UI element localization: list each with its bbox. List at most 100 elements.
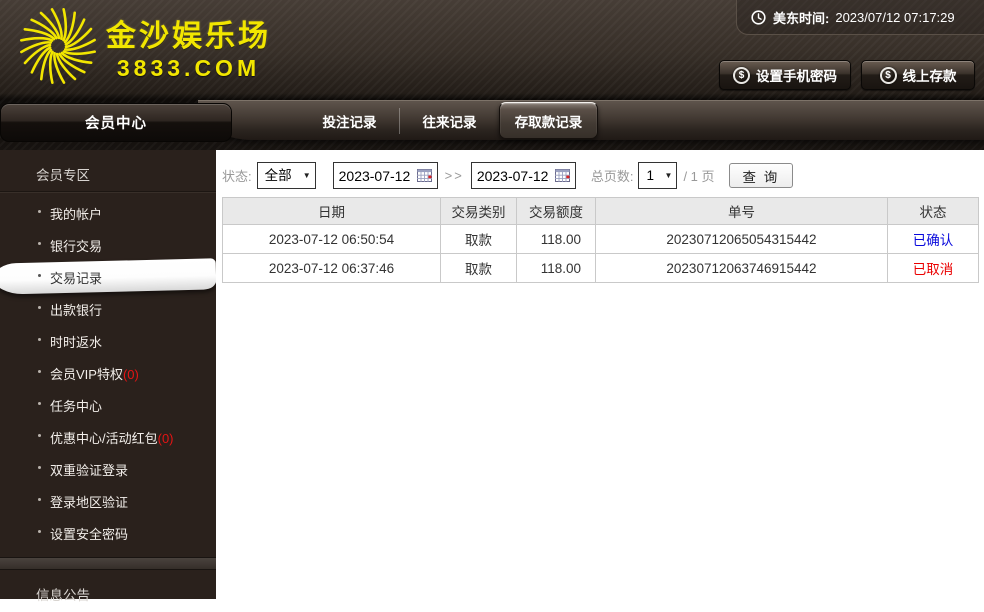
- count-badge: (0): [122, 366, 139, 382]
- sidebar-item-vip-privileges[interactable]: 会员VIP特权(0): [0, 357, 216, 389]
- cell-amount: 118.00: [516, 253, 596, 283]
- col-header-type: 交易类别: [440, 197, 517, 225]
- count-badge: (0): [157, 430, 174, 446]
- date-from-input[interactable]: [338, 167, 413, 184]
- cell-order-number: 20230712063746915442: [595, 253, 888, 283]
- bullet-icon: [38, 434, 41, 437]
- table-row: 2023-07-12 06:50:54 取款 118.00 2023071206…: [222, 224, 979, 254]
- bullet-icon: [38, 338, 41, 341]
- sidebar-item-label: 出款银行: [50, 302, 103, 318]
- sidebar-item-label: 设置安全密码: [50, 526, 129, 542]
- sidebar-item-two-factor-login[interactable]: 双重验证登录: [0, 453, 216, 485]
- sidebar-item-transaction-records[interactable]: 交易记录: [0, 258, 217, 295]
- sidebar-item-label: 交易记录: [50, 270, 103, 286]
- page-select-wrap: 1 ▼: [638, 162, 678, 189]
- status-select-wrap: 全部 ▼: [256, 162, 316, 189]
- page-total-text: / 1 页: [683, 169, 715, 184]
- tab-deposit-withdrawal-records[interactable]: 存取款记录: [499, 102, 598, 139]
- table-row: 2023-07-12 06:37:46 取款 118.00 2023071206…: [222, 253, 979, 283]
- status-filter-label: 状态:: [222, 169, 252, 184]
- sidebar: 会员专区 我的帐户 银行交易 交易记录 出款银行 时时返水 会员VIP特权(0): [0, 150, 217, 603]
- online-deposit-button[interactable]: $ 线上存款: [861, 60, 975, 90]
- bullet-icon: [38, 530, 41, 533]
- date-from-box: [332, 162, 438, 189]
- main-content: 状态: 全部 ▼ >> 总页数: [216, 150, 984, 599]
- cell-date: 2023-07-12 06:50:54: [222, 224, 441, 254]
- sidebar-divider: [0, 557, 216, 570]
- member-center-header[interactable]: 会员中心: [0, 103, 232, 142]
- tab-bar: 投注记录 往来记录 存取款记录: [198, 100, 984, 140]
- total-pages-label: 总页数:: [590, 169, 634, 184]
- calendar-icon[interactable]: [416, 169, 432, 182]
- coin-icon: $: [879, 66, 897, 84]
- sidebar-item-withdrawal-bank[interactable]: 出款银行: [0, 293, 216, 325]
- tab-label: 存取款记录: [514, 114, 583, 130]
- time-value: 2023/07/12 07:17:29: [835, 9, 955, 25]
- cell-date: 2023-07-12 06:37:46: [222, 253, 441, 283]
- cell-type: 取款: [440, 253, 517, 283]
- site-logo[interactable]: 金沙娱乐场 3833.COM: [18, 6, 271, 86]
- cell-order-number: 20230712065054315442: [595, 224, 888, 254]
- date-range-separator: >>: [444, 168, 464, 183]
- filter-bar: 状态: 全部 ▼ >> 总页数: [222, 162, 984, 189]
- page-select[interactable]: 1: [638, 162, 678, 189]
- col-header-date: 日期: [222, 197, 441, 225]
- bullet-icon: [38, 370, 41, 373]
- sidebar-section-info-announcements: 信息公告: [36, 588, 90, 603]
- records-table: 日期 交易类别 交易额度 单号 状态 2023-07-12 06:50:54 取…: [222, 197, 979, 283]
- calendar-icon[interactable]: [554, 169, 570, 182]
- active-item-highlight: [0, 258, 217, 295]
- member-center-label: 会员中心: [85, 116, 147, 132]
- sidebar-item-label: 银行交易: [50, 238, 103, 254]
- bullet-icon: [38, 498, 41, 501]
- sidebar-item-set-security-password[interactable]: 设置安全密码: [0, 517, 216, 549]
- clock-icon: [751, 9, 766, 25]
- query-button[interactable]: 查 询: [728, 163, 794, 188]
- bullet-icon: [38, 466, 41, 469]
- date-to-input[interactable]: [476, 167, 551, 184]
- col-header-amount: 交易额度: [516, 197, 596, 225]
- cell-status: 已确认: [887, 224, 979, 254]
- bullet-icon: [38, 242, 41, 245]
- set-phone-password-label: 设置手机密码: [756, 69, 837, 84]
- set-phone-password-button[interactable]: $ 设置手机密码: [719, 60, 851, 90]
- cell-status: 已取消: [887, 253, 979, 283]
- bullet-icon: [38, 210, 41, 213]
- sidebar-item-login-region-verification[interactable]: 登录地区验证: [0, 485, 216, 517]
- coin-icon: $: [733, 66, 750, 84]
- sidebar-item-label: 任务中心: [50, 398, 103, 414]
- tab-transaction-records[interactable]: 往来记录: [400, 101, 499, 140]
- sidebar-item-my-account[interactable]: 我的帐户: [0, 197, 216, 229]
- logo-text: 金沙娱乐场 3833.COM: [106, 11, 271, 82]
- col-header-status: 状态: [887, 197, 979, 225]
- status-select[interactable]: 全部: [256, 162, 316, 189]
- page-header: 金沙娱乐场 3833.COM 美东时间: 2023/07/12 07:17:29…: [0, 0, 984, 150]
- cell-amount: 118.00: [516, 224, 596, 254]
- sidebar-item-promo-center[interactable]: 优惠中心/活动红包(0): [0, 421, 216, 453]
- table-header-row: 日期 交易类别 交易额度 单号 状态: [222, 197, 979, 225]
- date-to-box: [470, 162, 576, 189]
- online-deposit-label: 线上存款: [902, 69, 957, 84]
- time-label: 美东时间:: [773, 10, 830, 26]
- col-header-order-number: 单号: [595, 197, 888, 225]
- tab-betting-records[interactable]: 投注记录: [300, 101, 399, 140]
- cell-type: 取款: [440, 224, 517, 254]
- tab-label: 投注记录: [322, 114, 377, 130]
- sidebar-item-label: 登录地区验证: [50, 494, 129, 510]
- sidebar-item-label: 双重验证登录: [50, 462, 129, 478]
- sidebar-menu: 我的帐户 银行交易 交易记录 出款银行 时时返水 会员VIP特权(0) 任务中心: [0, 197, 217, 549]
- server-time-bar: 美东时间: 2023/07/12 07:17:29: [736, 0, 984, 35]
- sidebar-item-task-center[interactable]: 任务中心: [0, 389, 216, 421]
- header-buttons: $ 设置手机密码 $ 线上存款: [719, 60, 975, 90]
- logo-title: 金沙娱乐场: [106, 19, 271, 53]
- status-cancelled-text: 已取消: [912, 262, 954, 277]
- sidebar-item-label: 会员VIP特权(0): [50, 366, 139, 382]
- logo-domain: 3833.COM: [116, 54, 261, 81]
- sunburst-logo-icon: [20, 8, 96, 84]
- status-confirmed-text: 已确认: [912, 233, 954, 248]
- sidebar-item-label: 我的帐户: [50, 206, 103, 222]
- bullet-icon: [38, 402, 41, 405]
- bullet-icon: [38, 306, 41, 309]
- sidebar-item-bank-transactions[interactable]: 银行交易: [0, 229, 216, 261]
- sidebar-item-realtime-rebate[interactable]: 时时返水: [0, 325, 216, 357]
